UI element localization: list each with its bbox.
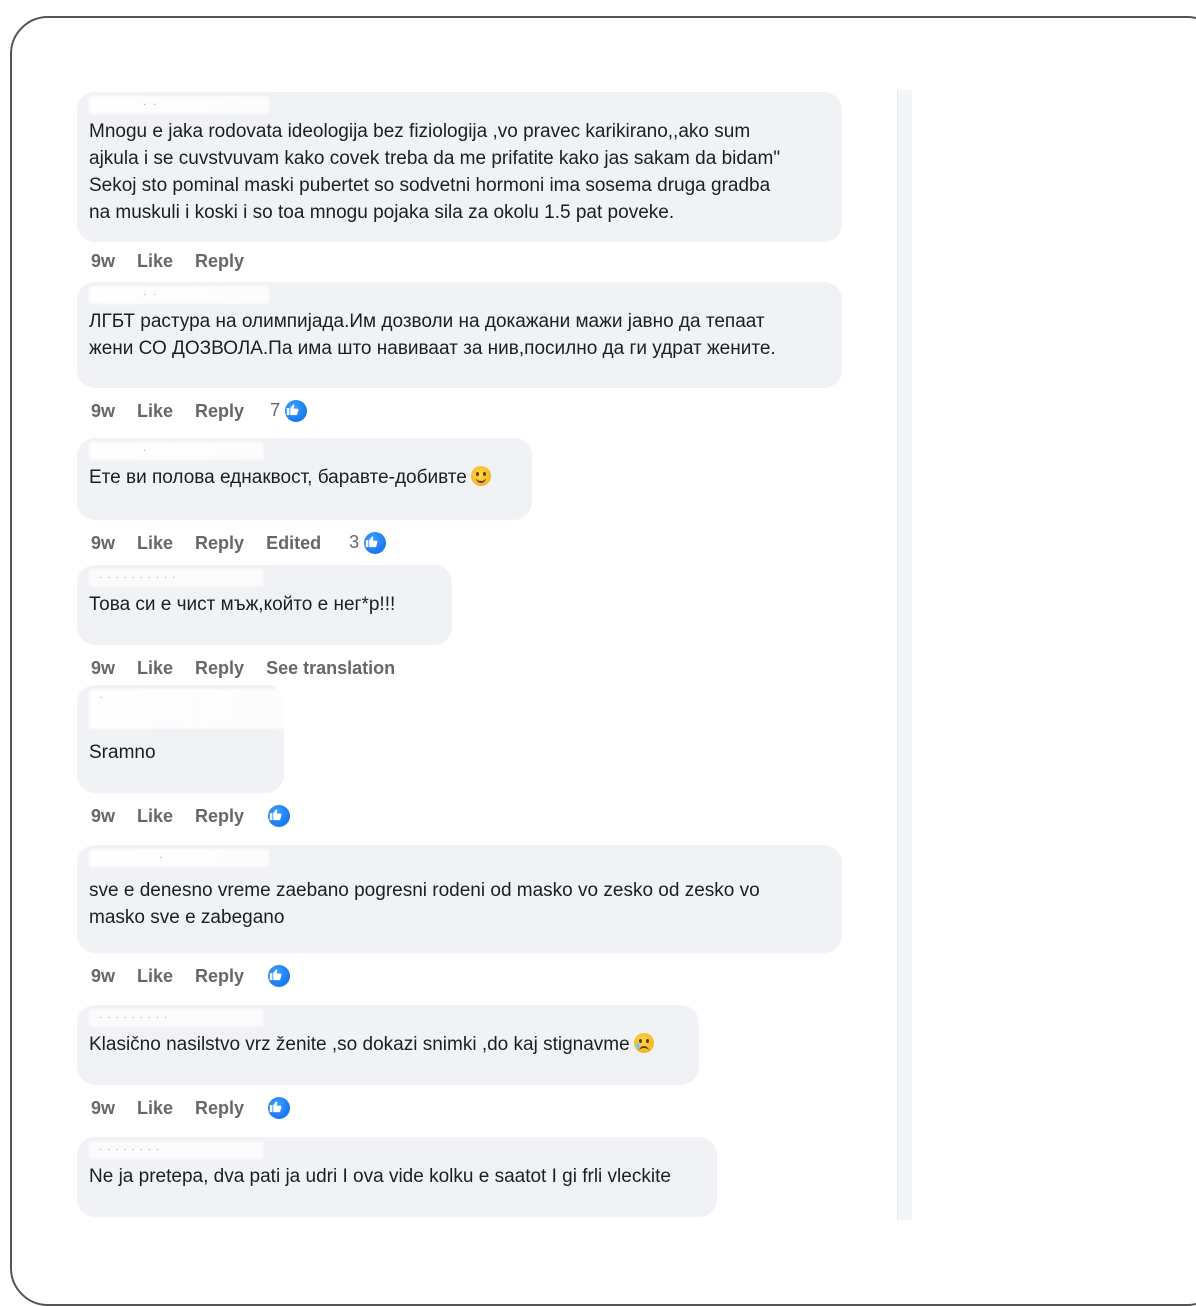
comment-bubble: · · ЛГБТ растура на олимпијада.Им дозвол… [77, 282, 842, 388]
comment-text-content: Klasično nasilstvo vrz ženite ,so dokazi… [89, 1034, 630, 1055]
timestamp[interactable]: 9w [91, 966, 115, 987]
reaction-count: 7 [270, 400, 281, 420]
reply-button[interactable]: Reply [195, 251, 244, 272]
timestamp[interactable]: 9w [91, 533, 115, 554]
reply-button[interactable]: Reply [195, 401, 244, 422]
comment-text: sve e denesno vreme zaebano pogresni rod… [89, 880, 760, 928]
comment-actions: 9w Like Reply [77, 963, 842, 989]
comment-3: · Ете ви полова еднаквост, баравте-добив… [77, 438, 532, 556]
comment-text: Ете ви полова еднаквост, баравте-добивте [89, 464, 520, 491]
reply-button[interactable]: Reply [195, 533, 244, 554]
timestamp[interactable]: 9w [91, 251, 115, 272]
author-name-redacted[interactable]: · · · · · · · · · [89, 1009, 687, 1027]
reply-button[interactable]: Reply [195, 966, 244, 987]
comment-bubble: · sve e denesno vreme zaebano pogresni r… [77, 845, 842, 953]
like-button[interactable]: Like [137, 806, 173, 827]
comment-actions: 9w Like Reply Edited 3 [77, 530, 532, 556]
like-button[interactable]: Like [137, 251, 173, 272]
comment-text: ЛГБТ растура на олимпијада.Им дозволи на… [89, 311, 776, 359]
like-button[interactable]: Like [137, 658, 173, 679]
reaction-summary[interactable]: 3 [349, 532, 387, 554]
thumbs-up-icon [268, 965, 291, 987]
comment-bubble: · · · · · · · · · · Това си е чист мъж,к… [77, 565, 452, 645]
crying-face-emoji-icon [633, 1033, 654, 1053]
timestamp[interactable]: 9w [91, 1098, 115, 1119]
reaction-summary[interactable]: 7 [270, 400, 308, 422]
comment-7: · · · · · · · · · Klasično nasilstvo vrz… [77, 1005, 699, 1121]
reaction-summary[interactable] [268, 805, 291, 827]
comment-4: · · · · · · · · · · Това си е чист мъж,к… [77, 565, 452, 681]
thumbs-up-icon [268, 805, 291, 827]
edited-label[interactable]: Edited [266, 533, 321, 554]
comment-text: Klasično nasilstvo vrz ženite ,so dokazi… [89, 1031, 687, 1058]
reaction-summary[interactable] [268, 965, 291, 987]
comment-actions: 9w Like Reply [77, 248, 842, 274]
comment-bubble: · · Mnogu e jaka rodovata ideologija bez… [77, 92, 842, 242]
comment-actions: 9w Like Reply See translation [77, 655, 452, 681]
reaction-count: 3 [349, 532, 360, 552]
timestamp[interactable]: 9w [91, 658, 115, 679]
comment-bubble: · · · · · · · · · Klasično nasilstvo vrz… [77, 1005, 699, 1085]
like-button[interactable]: Like [137, 1098, 173, 1119]
see-translation-link[interactable]: See translation [266, 658, 395, 679]
author-name-redacted[interactable]: · [89, 849, 830, 867]
reply-button[interactable]: Reply [195, 806, 244, 827]
smile-emoji-icon [470, 466, 491, 486]
comment-text: Sramno [89, 742, 156, 763]
author-name-redacted[interactable]: · · · · · · · · · · [89, 569, 440, 587]
like-button[interactable]: Like [137, 533, 173, 554]
comment-text-content: Ете ви полова еднаквост, баравте-добивте [89, 467, 467, 488]
reply-button[interactable]: Reply [195, 1098, 244, 1119]
like-button[interactable]: Like [137, 966, 173, 987]
author-name-redacted[interactable]: · [89, 442, 520, 460]
thumbs-up-icon [268, 1097, 291, 1119]
author-name-redacted[interactable]: · · [89, 286, 830, 304]
comment-8: · · · · · · · · Ne ja pretepa, dva pati … [77, 1137, 717, 1217]
comment-5: · Sramno 9w Like Reply [77, 685, 291, 829]
comment-bubble: · Sramno [77, 685, 289, 793]
comment-actions: 9w Like Reply [77, 1095, 699, 1121]
comment-bubble: · Ете ви полова еднаквост, баравте-добив… [77, 438, 532, 520]
author-name-redacted[interactable]: · · [89, 96, 830, 114]
comment-2: · · ЛГБТ растура на олимпијада.Им дозвол… [77, 282, 842, 424]
comment-text: Mnogu e jaka rodovata ideologija bez fiz… [89, 121, 781, 223]
comment-1: · · Mnogu e jaka rodovata ideologija bez… [77, 92, 842, 274]
comment-6: · sve e denesno vreme zaebano pogresni r… [77, 845, 842, 989]
author-name-redacted[interactable]: · [89, 689, 289, 731]
comment-actions: 9w Like Reply [77, 803, 291, 829]
reply-button[interactable]: Reply [195, 658, 244, 679]
comment-actions: 9w Like Reply 7 [77, 398, 842, 424]
comment-text: Това си е чист мъж,който е нег*р!!! [89, 594, 396, 615]
scrollbar-track[interactable] [897, 90, 912, 1220]
thumbs-up-icon [285, 400, 308, 422]
thumbs-up-icon [364, 532, 387, 554]
comment-bubble: · · · · · · · · Ne ja pretepa, dva pati … [77, 1137, 717, 1217]
timestamp[interactable]: 9w [91, 806, 115, 827]
comment-text: Ne ja pretepa, dva pati ja udri I ova vi… [89, 1166, 671, 1187]
reaction-summary[interactable] [268, 1097, 291, 1119]
author-name-redacted[interactable]: · · · · · · · · [89, 1141, 705, 1159]
like-button[interactable]: Like [137, 401, 173, 422]
timestamp[interactable]: 9w [91, 401, 115, 422]
